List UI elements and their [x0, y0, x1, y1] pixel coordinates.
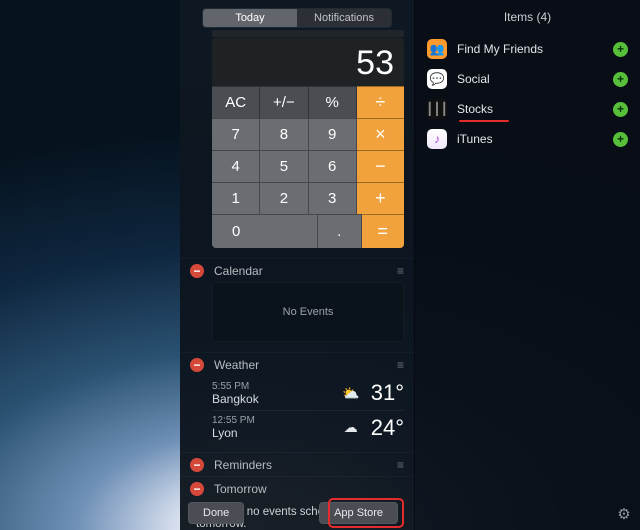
- calculator-display: 53: [212, 38, 404, 86]
- calendar-empty-state: No Events: [212, 282, 404, 342]
- weather-city: Lyon: [212, 426, 255, 440]
- annotation-underline: [459, 120, 509, 122]
- add-widget-icon[interactable]: +: [613, 72, 628, 87]
- item-label: iTunes: [457, 132, 493, 146]
- weather-city: Bangkok: [212, 392, 259, 406]
- item-row-itunes[interactable]: ♪ iTunes +: [415, 124, 640, 154]
- calc-key-divide[interactable]: ÷: [357, 86, 404, 118]
- tab-today[interactable]: Today: [203, 9, 297, 27]
- calc-key-ac[interactable]: AC: [212, 86, 260, 118]
- calc-key-6[interactable]: 6: [309, 150, 357, 182]
- widget-title: Reminders: [214, 458, 397, 472]
- item-row-find-my-friends[interactable]: 👥 Find My Friends +: [415, 34, 640, 64]
- add-widget-icon[interactable]: +: [613, 132, 628, 147]
- stocks-icon: ┃┃┃: [427, 99, 447, 119]
- calc-key-0[interactable]: 0: [212, 214, 318, 248]
- weather-time: 12:55 PM: [212, 415, 255, 426]
- calc-key-3[interactable]: 3: [309, 182, 357, 214]
- today-panel: Today Notifications 53 AC +/− % ÷: [180, 0, 414, 530]
- items-panel-title: Items (4): [415, 0, 640, 34]
- weather-temp: 24°: [371, 415, 404, 441]
- widget-weather: − Weather ≡ 5:55 PM Bangkok ⛅ 31°: [180, 352, 414, 444]
- grip-icon[interactable]: ≡: [397, 264, 404, 278]
- grip-icon[interactable]: ≡: [397, 358, 404, 372]
- item-label: Stocks: [457, 102, 493, 116]
- weather-temp: 31°: [371, 380, 404, 406]
- item-label: Social: [457, 72, 490, 86]
- remove-widget-icon[interactable]: −: [190, 458, 204, 472]
- calc-key-dot[interactable]: .: [318, 214, 362, 248]
- calc-key-equals[interactable]: =: [362, 214, 405, 248]
- done-button[interactable]: Done: [188, 502, 244, 524]
- items-panel: Items (4) 👥 Find My Friends + 💬 Social +…: [414, 0, 640, 530]
- calc-key-4[interactable]: 4: [212, 150, 260, 182]
- calc-key-9[interactable]: 9: [309, 118, 357, 150]
- remove-widget-icon[interactable]: −: [190, 358, 204, 372]
- weather-icon: ☁: [341, 419, 361, 436]
- calc-key-2[interactable]: 2: [260, 182, 308, 214]
- social-icon: 💬: [427, 69, 447, 89]
- today-notifications-tabs: Today Notifications: [202, 8, 392, 28]
- calc-key-percent[interactable]: %: [309, 86, 357, 118]
- calc-key-8[interactable]: 8: [260, 118, 308, 150]
- item-label: Find My Friends: [457, 42, 543, 56]
- remove-widget-icon[interactable]: −: [190, 482, 204, 496]
- widget-title: Weather: [214, 358, 397, 372]
- item-row-social[interactable]: 💬 Social +: [415, 64, 640, 94]
- calc-key-add[interactable]: +: [357, 182, 404, 214]
- weather-icon: ⛅: [341, 385, 361, 402]
- weather-row[interactable]: 12:55 PM Lyon ☁ 24°: [212, 410, 404, 444]
- calc-key-7[interactable]: 7: [212, 118, 260, 150]
- widget-title: Tomorrow: [214, 482, 404, 496]
- grip-icon[interactable]: ≡: [397, 458, 404, 472]
- today-scroll[interactable]: 53 AC +/− % ÷ 7 8 9 ×: [180, 30, 414, 530]
- widget-reminders: − Reminders ≡: [180, 452, 414, 476]
- remove-widget-icon[interactable]: −: [190, 264, 204, 278]
- calc-key-sign[interactable]: +/−: [260, 86, 308, 118]
- edit-footer: Done App Store: [180, 502, 640, 524]
- add-widget-icon[interactable]: +: [613, 102, 628, 117]
- widget-title: Calendar: [214, 264, 397, 278]
- itunes-icon: ♪: [427, 129, 447, 149]
- weather-time: 5:55 PM: [212, 381, 259, 392]
- calc-key-5[interactable]: 5: [260, 150, 308, 182]
- calc-key-subtract[interactable]: −: [357, 150, 404, 182]
- find-my-friends-icon: 👥: [427, 39, 447, 59]
- calc-key-1[interactable]: 1: [212, 182, 260, 214]
- widget-calculator: 53 AC +/− % ÷ 7 8 9 ×: [180, 30, 414, 258]
- app-store-button[interactable]: App Store: [319, 502, 398, 524]
- widget-calendar: − Calendar ≡ No Events: [180, 258, 414, 342]
- item-row-stocks[interactable]: ┃┃┃ Stocks +: [415, 94, 640, 124]
- tab-notifications[interactable]: Notifications: [297, 9, 391, 27]
- add-widget-icon[interactable]: +: [613, 42, 628, 57]
- weather-row[interactable]: 5:55 PM Bangkok ⛅ 31°: [212, 376, 404, 410]
- calc-key-multiply[interactable]: ×: [357, 118, 404, 150]
